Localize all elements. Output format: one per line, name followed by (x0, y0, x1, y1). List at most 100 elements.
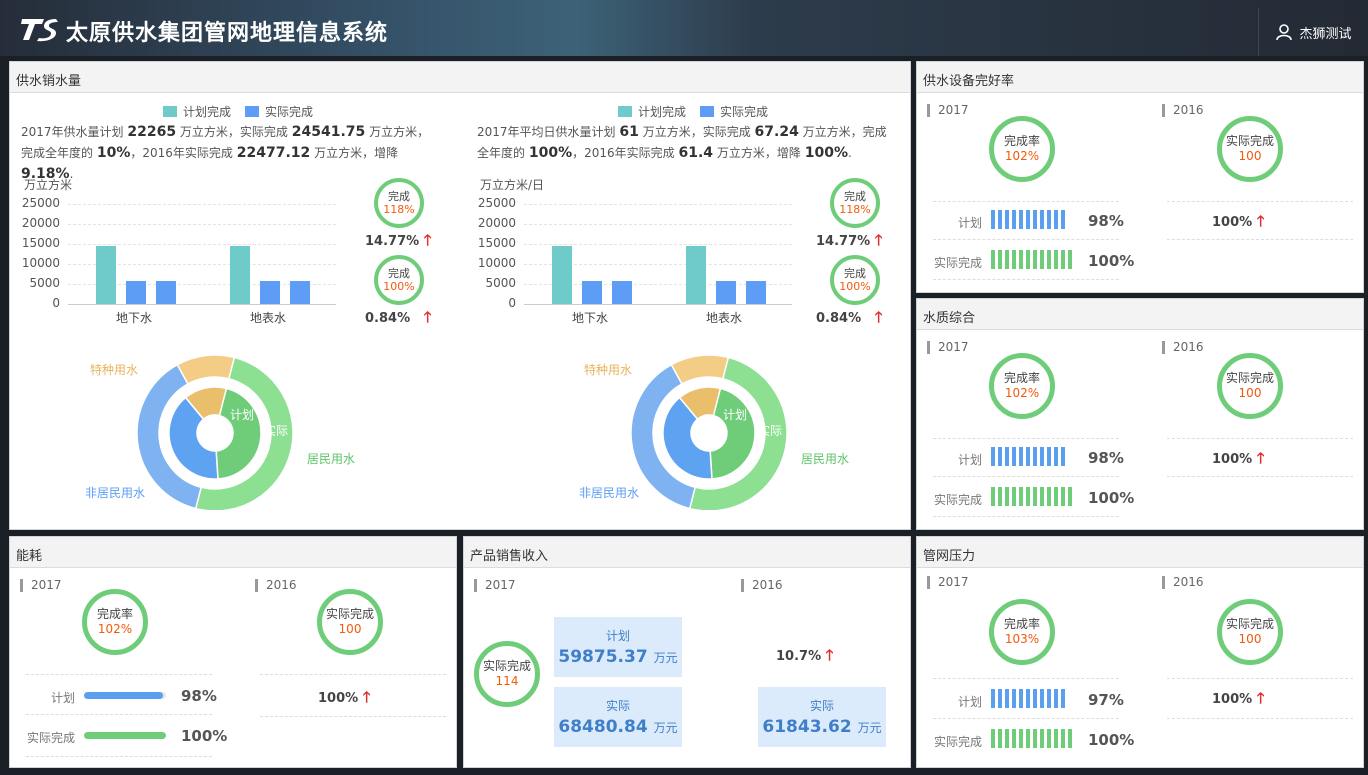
divider (933, 201, 1119, 202)
panel-title: 水质综合 (917, 299, 1363, 330)
actual-value: 68480.84 万元 (554, 717, 682, 737)
summary-text: 万立方米，实际完成 (642, 125, 751, 139)
y-tick-label: 20000 (21, 216, 60, 230)
plan-progress (991, 210, 1065, 229)
panel-title: 供水销水量 (10, 62, 910, 93)
actual-pct: 100% (1088, 731, 1135, 749)
y-tick-label: 0 (508, 296, 516, 310)
divider (1167, 239, 1353, 240)
actual-label: 实际完成 (933, 256, 982, 270)
divider (933, 438, 1119, 439)
divider (933, 279, 1119, 280)
donut-label-nonresident: 非居民用水 (579, 486, 640, 500)
y-tick-label: 10000 (21, 256, 60, 270)
actual-pct: 100% (1088, 489, 1135, 507)
bar (612, 280, 632, 304)
bar (230, 246, 250, 304)
grid-line (68, 304, 336, 305)
arrow-up-icon: 🡑 (1256, 212, 1265, 230)
actual-label: 实际完成 (933, 493, 982, 507)
donut-inner-label: 计划 (230, 408, 255, 422)
arrow-up-icon: 🡑 (423, 231, 432, 249)
y-tick-label: 20000 (477, 216, 516, 230)
growth-value: 14.77% (365, 234, 420, 249)
summary-value: 100% (528, 145, 573, 161)
ring-value: 100 (1238, 386, 1262, 400)
bar (126, 280, 146, 304)
arrow-up-icon: 🡑 (874, 308, 883, 326)
divider (933, 239, 1119, 240)
actual-ring: 实际完成 100 (1217, 599, 1283, 665)
actual-label: 实际完成 (933, 735, 982, 749)
legend-swatch-plan (618, 106, 632, 117)
plan-label: 计划 (957, 216, 982, 230)
plan-value: 59875.37 万元 (554, 647, 682, 667)
panel-title: 能耗 (10, 537, 456, 568)
panel-title: 供水设备完好率 (917, 62, 1363, 93)
plan-pct: 97% (1088, 691, 1124, 709)
growth-pct: 0.84% 🡑 (816, 307, 883, 332)
year-label: 2016 (1162, 104, 1204, 117)
year-label: 2017 (474, 579, 516, 592)
legend-label: 计划完成 (638, 105, 687, 119)
summary-text: 年度的 (489, 146, 526, 160)
arrow-up-icon: 🡑 (362, 688, 371, 706)
completion-ring: 完成率 102% (989, 116, 1055, 182)
growth-value: 100% (318, 691, 359, 706)
y-tick-label: 15000 (477, 236, 516, 250)
donut-outer-label: 实际 (264, 424, 289, 438)
year-label: 2016 (741, 579, 783, 592)
donut-label-nonresident: 非居民用水 (85, 486, 146, 500)
summary-text: 2017年供水量计划 (21, 125, 124, 139)
arrow-up-icon: 🡑 (874, 231, 883, 249)
ring-value: 102% (97, 622, 133, 636)
actual-label: 实际 (809, 699, 834, 713)
ring-value: 118% (383, 203, 415, 216)
donut-label-resident: 居民用水 (307, 452, 356, 466)
pressure-panel: 管网压力 2017 2016 完成率 103% 实际完成 100 计划 97% 实际… (916, 536, 1364, 768)
bar (686, 246, 706, 304)
growth-value: 14.77% (816, 234, 871, 249)
legend-label: 实际完成 (720, 105, 769, 119)
growth-pct: 100% 🡑 (1212, 211, 1265, 236)
arrow-up-icon: 🡑 (423, 308, 432, 326)
summary-text: 万立方米，增降 (716, 146, 801, 160)
y-axis-unit: 万立方米 (24, 178, 73, 192)
bar (260, 280, 280, 304)
plan-progress (991, 447, 1065, 466)
completion-ring: 完成 118% (830, 178, 880, 228)
growth-pct: 100% 🡑 (1212, 448, 1265, 473)
ring-label: 完成 (844, 190, 866, 203)
water-quality-panel: 水质综合 2017 2016 完成率 102% 实际完成 100 计划 98% 实际… (916, 298, 1364, 530)
plan-pct: 98% (181, 687, 217, 705)
actual-label: 实际完成 (26, 731, 75, 745)
ring-label: 实际完成 (1225, 371, 1274, 385)
divider (260, 716, 446, 717)
ring-label: 完成率 (1003, 134, 1040, 148)
actual-ring: 实际完成 114 (474, 641, 540, 707)
grid-line (68, 204, 336, 205)
divider (1167, 476, 1353, 477)
ring-value: 100% (383, 280, 415, 293)
actual-label: 实际 (605, 699, 630, 713)
divider (1167, 718, 1353, 719)
growth-value: 100% (1212, 452, 1253, 467)
summary-text: ，2016年实际完成 (572, 146, 675, 160)
ring-value: 118% (839, 203, 871, 216)
user-menu[interactable]: 杰狮测试 (1258, 8, 1368, 56)
ring-value: 102% (1004, 386, 1040, 400)
summary-value: 22477.12 (236, 145, 311, 161)
actual-progress-fill (84, 732, 166, 739)
plan-progress-fill (84, 692, 163, 699)
grid-line (524, 304, 792, 305)
year-label: 2017 (927, 576, 969, 589)
growth-value: 100% (1212, 692, 1253, 707)
donut-slice (670, 354, 730, 385)
summary-value: 22265 (127, 124, 177, 140)
actual-2016-box: 实际 61843.62 万元 (758, 687, 886, 747)
ring-value: 100 (1238, 632, 1262, 646)
bar (290, 280, 310, 304)
bar (96, 246, 116, 304)
arrow-up-icon: 🡑 (825, 646, 834, 664)
ring-label: 实际完成 (325, 607, 374, 621)
